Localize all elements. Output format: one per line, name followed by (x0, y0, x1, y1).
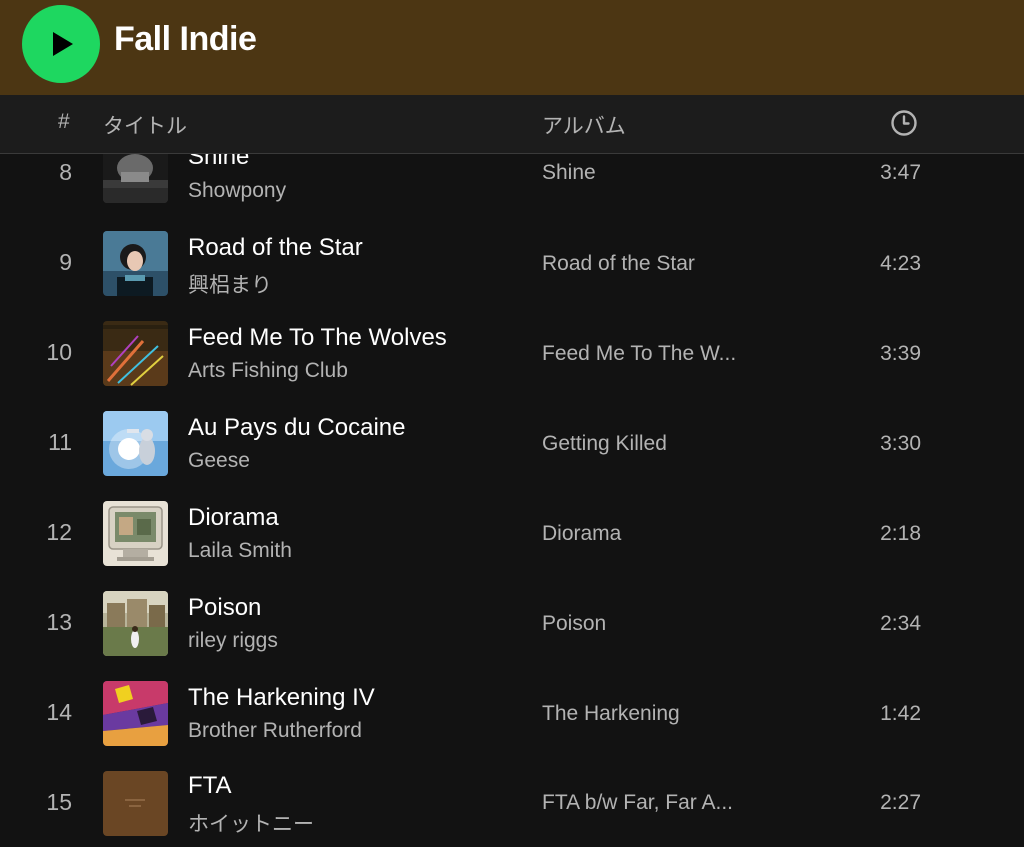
track-duration: 2:34 (880, 612, 921, 635)
track-album[interactable]: Diorama (542, 522, 621, 546)
track-artist[interactable]: riley riggs (188, 629, 278, 653)
playlist-title: Fall Indie (114, 20, 257, 58)
column-header-number: # (58, 110, 70, 133)
track-row[interactable]: 14 The Harkening IV Brother Rutherford T… (0, 666, 1024, 756)
track-title[interactable]: FTA (188, 772, 232, 800)
track-title[interactable]: Poison (188, 594, 261, 622)
album-art (103, 501, 168, 566)
track-duration: 1:42 (880, 702, 921, 725)
track-number: 13 (46, 609, 72, 635)
column-header-album[interactable]: アルバム (542, 110, 626, 140)
album-art (103, 154, 168, 203)
track-duration: 2:18 (880, 522, 921, 545)
track-duration: 3:39 (880, 342, 921, 365)
track-artist[interactable]: 興梠まり (188, 269, 272, 299)
track-row[interactable]: 13 Poison riley riggs Poison 2:34 (0, 576, 1024, 666)
track-title[interactable]: Diorama (188, 504, 279, 532)
track-album[interactable]: Shine (542, 161, 596, 185)
track-number: 14 (46, 699, 72, 725)
track-row[interactable]: 11 Au Pays du Cocaine Geese Getting Kill… (0, 396, 1024, 486)
clock-icon (891, 110, 917, 136)
track-row[interactable]: 9 Road of the Star 興梠まり Road of the Star… (0, 216, 1024, 306)
track-row[interactable]: 10 Feed Me To The Wolves Arts Fishing Cl… (0, 306, 1024, 396)
track-album[interactable]: Poison (542, 612, 606, 636)
track-number: 11 (48, 429, 72, 455)
track-number: 8 (59, 159, 72, 185)
track-album[interactable]: The Harkening (542, 702, 680, 726)
track-duration: 2:27 (880, 791, 921, 814)
album-art (103, 591, 168, 656)
album-art (103, 231, 168, 296)
track-duration: 3:30 (880, 432, 921, 455)
column-header-duration[interactable] (890, 109, 918, 143)
track-album[interactable]: FTA b/w Far, Far A... (542, 791, 733, 815)
track-artist[interactable]: ホイットニー (188, 808, 314, 838)
album-art (103, 681, 168, 746)
track-list-header: # タイトル アルバム (0, 95, 1024, 154)
track-artist[interactable]: Laila Smith (188, 539, 292, 563)
track-row[interactable]: 8 Shine Showpony Shine 3:47 (0, 154, 1024, 216)
track-album[interactable]: Road of the Star (542, 252, 695, 276)
track-title[interactable]: Feed Me To The Wolves (188, 324, 447, 352)
track-number: 9 (59, 249, 72, 275)
track-number: 12 (46, 519, 72, 545)
track-number: 10 (46, 339, 72, 365)
track-title[interactable]: The Harkening IV (188, 684, 375, 712)
track-title[interactable]: Road of the Star (188, 234, 363, 262)
track-duration: 3:47 (880, 161, 921, 184)
track-list: 8 Shine Showpony Shine 3:47 9 Road of th… (0, 154, 1024, 847)
album-art (103, 771, 168, 836)
track-row[interactable]: 12 Diorama Laila Smith Diorama 2:18 (0, 486, 1024, 576)
track-title[interactable]: Au Pays du Cocaine (188, 414, 405, 442)
playlist-header-bar: Fall Indie (0, 0, 1024, 95)
track-artist[interactable]: Showpony (188, 179, 286, 203)
track-album[interactable]: Feed Me To The W... (542, 342, 736, 366)
play-button[interactable] (22, 5, 100, 83)
track-artist[interactable]: Brother Rutherford (188, 719, 362, 743)
track-number: 15 (46, 789, 72, 815)
track-title[interactable]: Shine (188, 154, 249, 171)
track-duration: 4:23 (880, 252, 921, 275)
play-icon (53, 32, 73, 56)
album-art (103, 411, 168, 476)
track-row[interactable]: 15 FTA ホイットニー FTA b/w Far, Far A... 2:27 (0, 756, 1024, 846)
playlist-view: Fall Indie # タイトル アルバム 8 Shine Showpony … (0, 0, 1024, 847)
album-art (103, 321, 168, 386)
track-artist[interactable]: Arts Fishing Club (188, 359, 348, 383)
column-header-title[interactable]: タイトル (103, 110, 187, 140)
track-album[interactable]: Getting Killed (542, 432, 667, 456)
track-artist[interactable]: Geese (188, 449, 250, 473)
